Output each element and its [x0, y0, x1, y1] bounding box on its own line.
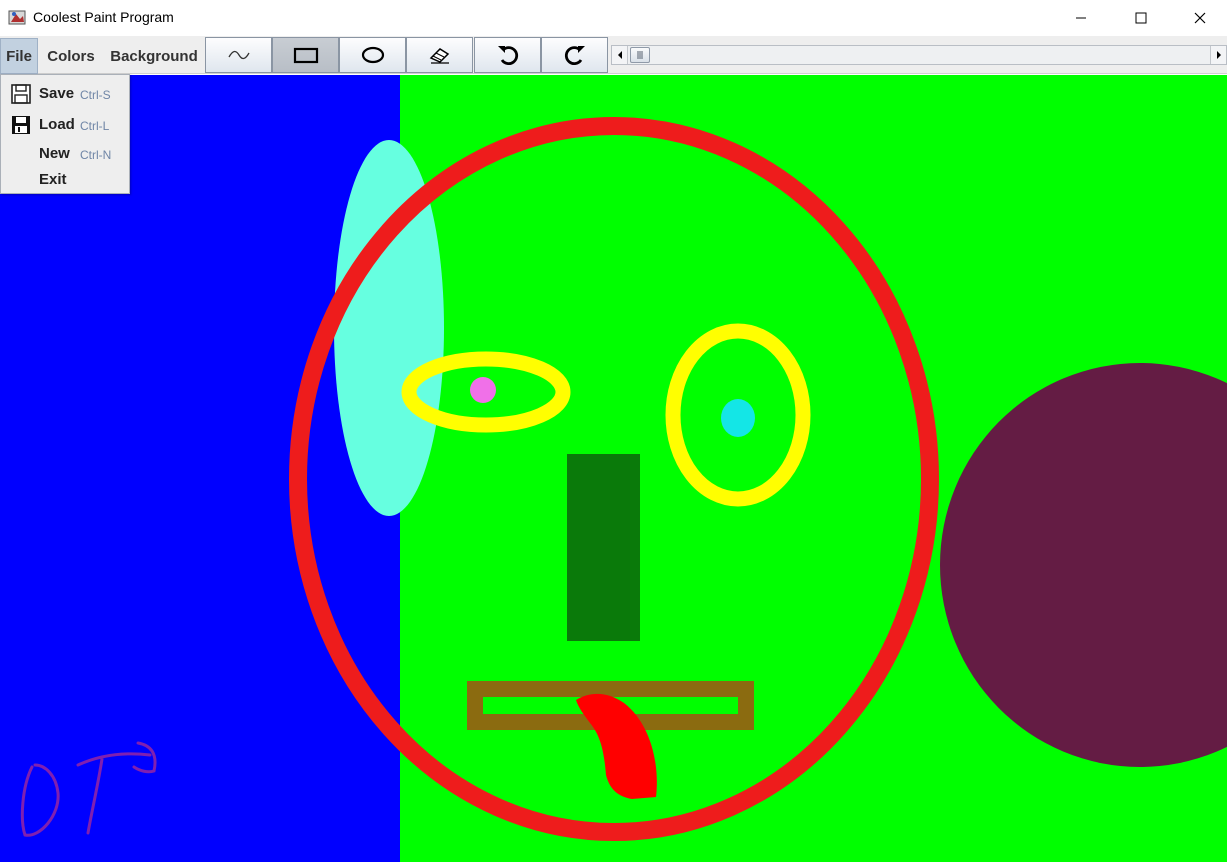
- window-title: Coolest Paint Program: [33, 9, 174, 25]
- ellipse-icon: [361, 46, 384, 64]
- arrow-left-icon: [617, 51, 622, 59]
- undo-button[interactable]: [474, 37, 541, 73]
- eraser-tool-button[interactable]: [406, 37, 473, 73]
- freehand-tool-button[interactable]: [205, 37, 272, 73]
- brush-size-slider[interactable]: [611, 45, 1227, 65]
- slider-thumb[interactable]: [630, 47, 650, 63]
- slider-right-arrow[interactable]: [1210, 46, 1226, 64]
- menu-item-new[interactable]: New Ctrl-N: [1, 139, 129, 167]
- redo-button[interactable]: [541, 37, 608, 73]
- drawing-canvas[interactable]: [0, 75, 1227, 862]
- right-pupil: [721, 399, 755, 437]
- freehand-icon: [227, 50, 250, 60]
- new-shortcut: Ctrl-N: [80, 148, 112, 162]
- rectangle-icon: [293, 47, 318, 64]
- close-icon: [1194, 12, 1206, 24]
- nose: [567, 454, 640, 641]
- menu-item-save[interactable]: Save Ctrl-S: [1, 79, 129, 107]
- eraser-icon: [429, 48, 449, 64]
- menu-item-load[interactable]: Load Ctrl-L: [1, 110, 129, 138]
- slider-left-arrow[interactable]: [612, 46, 628, 64]
- load-shortcut: Ctrl-L: [80, 119, 110, 133]
- save-label: Save: [39, 85, 75, 102]
- floppy-save-icon: [11, 84, 31, 104]
- maximize-button[interactable]: [1112, 0, 1170, 36]
- paint-app-icon: [8, 10, 26, 25]
- grip-icon: [637, 51, 643, 59]
- file-menu-dropdown: Save Ctrl-S Load Ctrl-L New Ctrl-N Exit: [0, 74, 130, 194]
- maximize-icon: [1135, 12, 1147, 24]
- menu-file[interactable]: File: [0, 38, 38, 74]
- menu-item-exit[interactable]: Exit: [1, 165, 129, 193]
- floppy-load-icon: [12, 116, 30, 134]
- menu-background[interactable]: Background: [104, 38, 204, 74]
- new-label: New: [39, 145, 70, 162]
- ellipse-tool-button[interactable]: [339, 37, 406, 73]
- arrow-right-icon: [1216, 51, 1221, 59]
- save-shortcut: Ctrl-S: [80, 88, 111, 102]
- close-button[interactable]: [1171, 0, 1227, 36]
- title-bar: Coolest Paint Program: [0, 0, 1227, 36]
- minimize-icon: [1076, 17, 1086, 19]
- menu-colors[interactable]: Colors: [40, 38, 102, 74]
- minimize-button[interactable]: [1052, 0, 1110, 36]
- undo-icon: [497, 46, 518, 65]
- left-pupil: [470, 377, 496, 403]
- exit-label: Exit: [39, 171, 67, 188]
- redo-icon: [564, 46, 585, 65]
- load-label: Load: [39, 116, 75, 133]
- rectangle-tool-button[interactable]: [272, 37, 339, 73]
